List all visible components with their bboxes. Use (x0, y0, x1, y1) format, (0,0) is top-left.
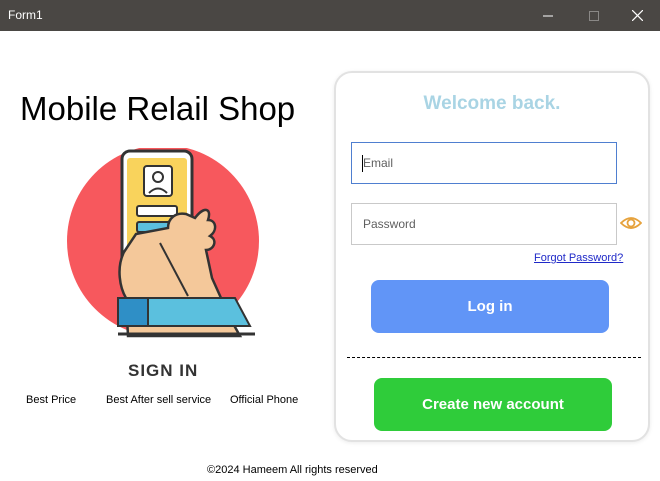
maximize-button[interactable] (571, 0, 617, 31)
welcome-heading: Welcome back. (423, 93, 561, 114)
title-bar: Form1 (0, 0, 660, 31)
minimize-icon (543, 15, 553, 16)
password-field[interactable] (352, 204, 616, 244)
phone-signin-illustration (60, 145, 260, 353)
minimize-button[interactable] (525, 0, 571, 31)
create-account-button[interactable]: Create new account (374, 378, 612, 431)
password-field-box (351, 203, 617, 245)
text-caret (362, 155, 363, 172)
email-field[interactable] (352, 143, 616, 183)
copyright-footer: ©2024 Hameem All rights reserved (207, 464, 378, 476)
window-title: Form1 (8, 8, 43, 22)
feature-after-sell-service: Best After sell service (106, 394, 212, 406)
feature-best-price: Best Price (26, 394, 77, 406)
login-card: Welcome back. Forgot Password? Log in Cr… (334, 71, 650, 442)
divider (347, 357, 641, 358)
shop-title: Mobile Relail Shop (20, 90, 296, 127)
forgot-password-link[interactable]: Forgot Password? (534, 252, 623, 264)
maximize-icon (589, 10, 599, 21)
login-button[interactable]: Log in (371, 280, 609, 333)
email-field-box (351, 142, 617, 184)
eye-icon[interactable] (619, 215, 643, 236)
close-icon (631, 10, 643, 21)
signin-label: SIGN IN (128, 361, 199, 380)
close-button[interactable] (614, 0, 660, 31)
feature-official-phone: Official Phone (230, 394, 299, 406)
